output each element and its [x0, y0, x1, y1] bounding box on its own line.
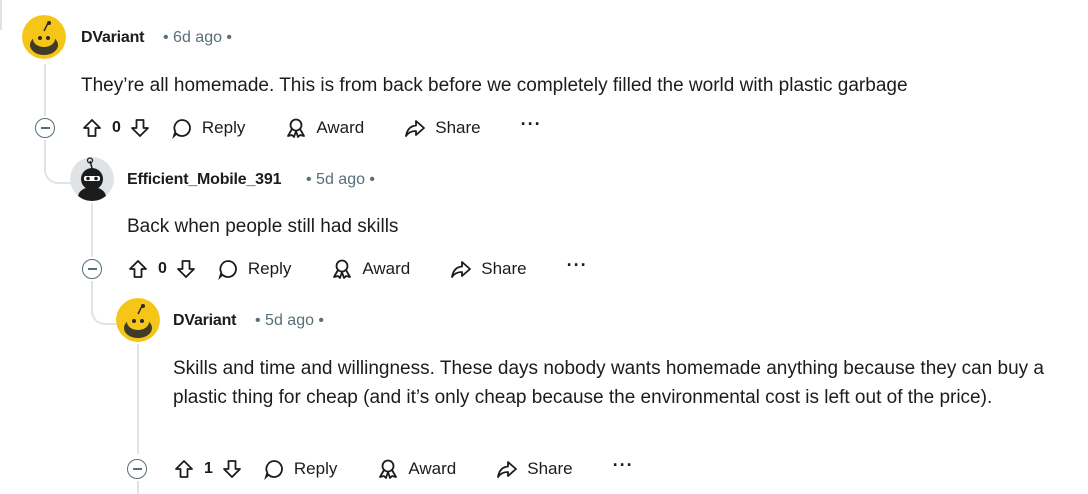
comment-actions: 1 Reply Award Share ···	[173, 454, 634, 484]
reply-button[interactable]: Reply	[263, 458, 337, 480]
upvote-icon[interactable]	[81, 117, 103, 139]
thread-connector-1	[44, 140, 72, 184]
more-options-button[interactable]: ···	[521, 115, 542, 137]
thread-line-2	[91, 203, 93, 257]
more-options-button[interactable]: ···	[613, 456, 634, 478]
vote-score: 0	[158, 260, 167, 277]
thread-connector-2	[91, 281, 117, 325]
award-button[interactable]: Award	[377, 458, 456, 480]
reply-button[interactable]: Reply	[217, 258, 291, 280]
collapse-button[interactable]	[127, 459, 147, 479]
more-options-button[interactable]: ···	[567, 256, 588, 278]
comment-body: Skills and time and willingness. These d…	[173, 358, 1045, 408]
comment-meta: • 5d ago •	[255, 312, 325, 329]
share-icon	[497, 461, 518, 478]
comment-meta: • 6d ago •	[163, 29, 233, 46]
avatar[interactable]	[116, 298, 160, 342]
comment-meta: • 5d ago •	[306, 171, 376, 188]
avatar[interactable]	[22, 15, 66, 59]
downvote-icon[interactable]	[221, 458, 243, 480]
thread-line-3	[137, 344, 139, 454]
timestamp[interactable]: 5d ago	[316, 171, 365, 188]
author-name[interactable]: DVariant	[81, 29, 145, 47]
collapse-button[interactable]	[35, 118, 55, 138]
vote-score: 1	[204, 460, 213, 477]
comment-body: Back when people still had skills	[127, 216, 399, 237]
award-icon	[287, 118, 306, 138]
thread-line-3b	[137, 481, 139, 494]
downvote-icon[interactable]	[129, 117, 151, 139]
upvote-icon[interactable]	[127, 258, 149, 280]
comment-bubble-icon	[264, 460, 283, 480]
collapse-button[interactable]	[82, 259, 102, 279]
award-button[interactable]: Award	[285, 117, 364, 139]
share-button[interactable]: Share	[404, 117, 481, 139]
author-name[interactable]: Efficient_Mobile_391	[127, 171, 281, 189]
award-icon	[333, 259, 352, 279]
author-name[interactable]: DVariant	[173, 312, 237, 330]
comment-bubble-icon	[218, 260, 237, 280]
share-icon	[451, 261, 472, 278]
award-button[interactable]: Award	[331, 258, 410, 280]
comment-body: They’re all homemade. This is from back …	[81, 75, 908, 96]
reply-button[interactable]: Reply	[171, 117, 245, 139]
timestamp[interactable]: 5d ago	[265, 312, 314, 329]
share-button[interactable]: Share	[496, 458, 573, 480]
upvote-icon[interactable]	[173, 458, 195, 480]
award-icon	[379, 459, 398, 479]
comment-bubble-icon	[172, 119, 191, 139]
share-icon	[405, 120, 426, 137]
thread-line-1	[44, 64, 46, 116]
thread-line-root	[0, 0, 2, 30]
comment-actions: 0 Reply Award Share ···	[81, 113, 542, 143]
comment-actions: 0 Reply Award Share ···	[127, 254, 588, 284]
downvote-icon[interactable]	[175, 258, 197, 280]
share-button[interactable]: Share	[450, 258, 527, 280]
avatar[interactable]	[70, 157, 114, 201]
vote-score: 0	[112, 119, 121, 136]
timestamp[interactable]: 6d ago	[173, 29, 222, 46]
